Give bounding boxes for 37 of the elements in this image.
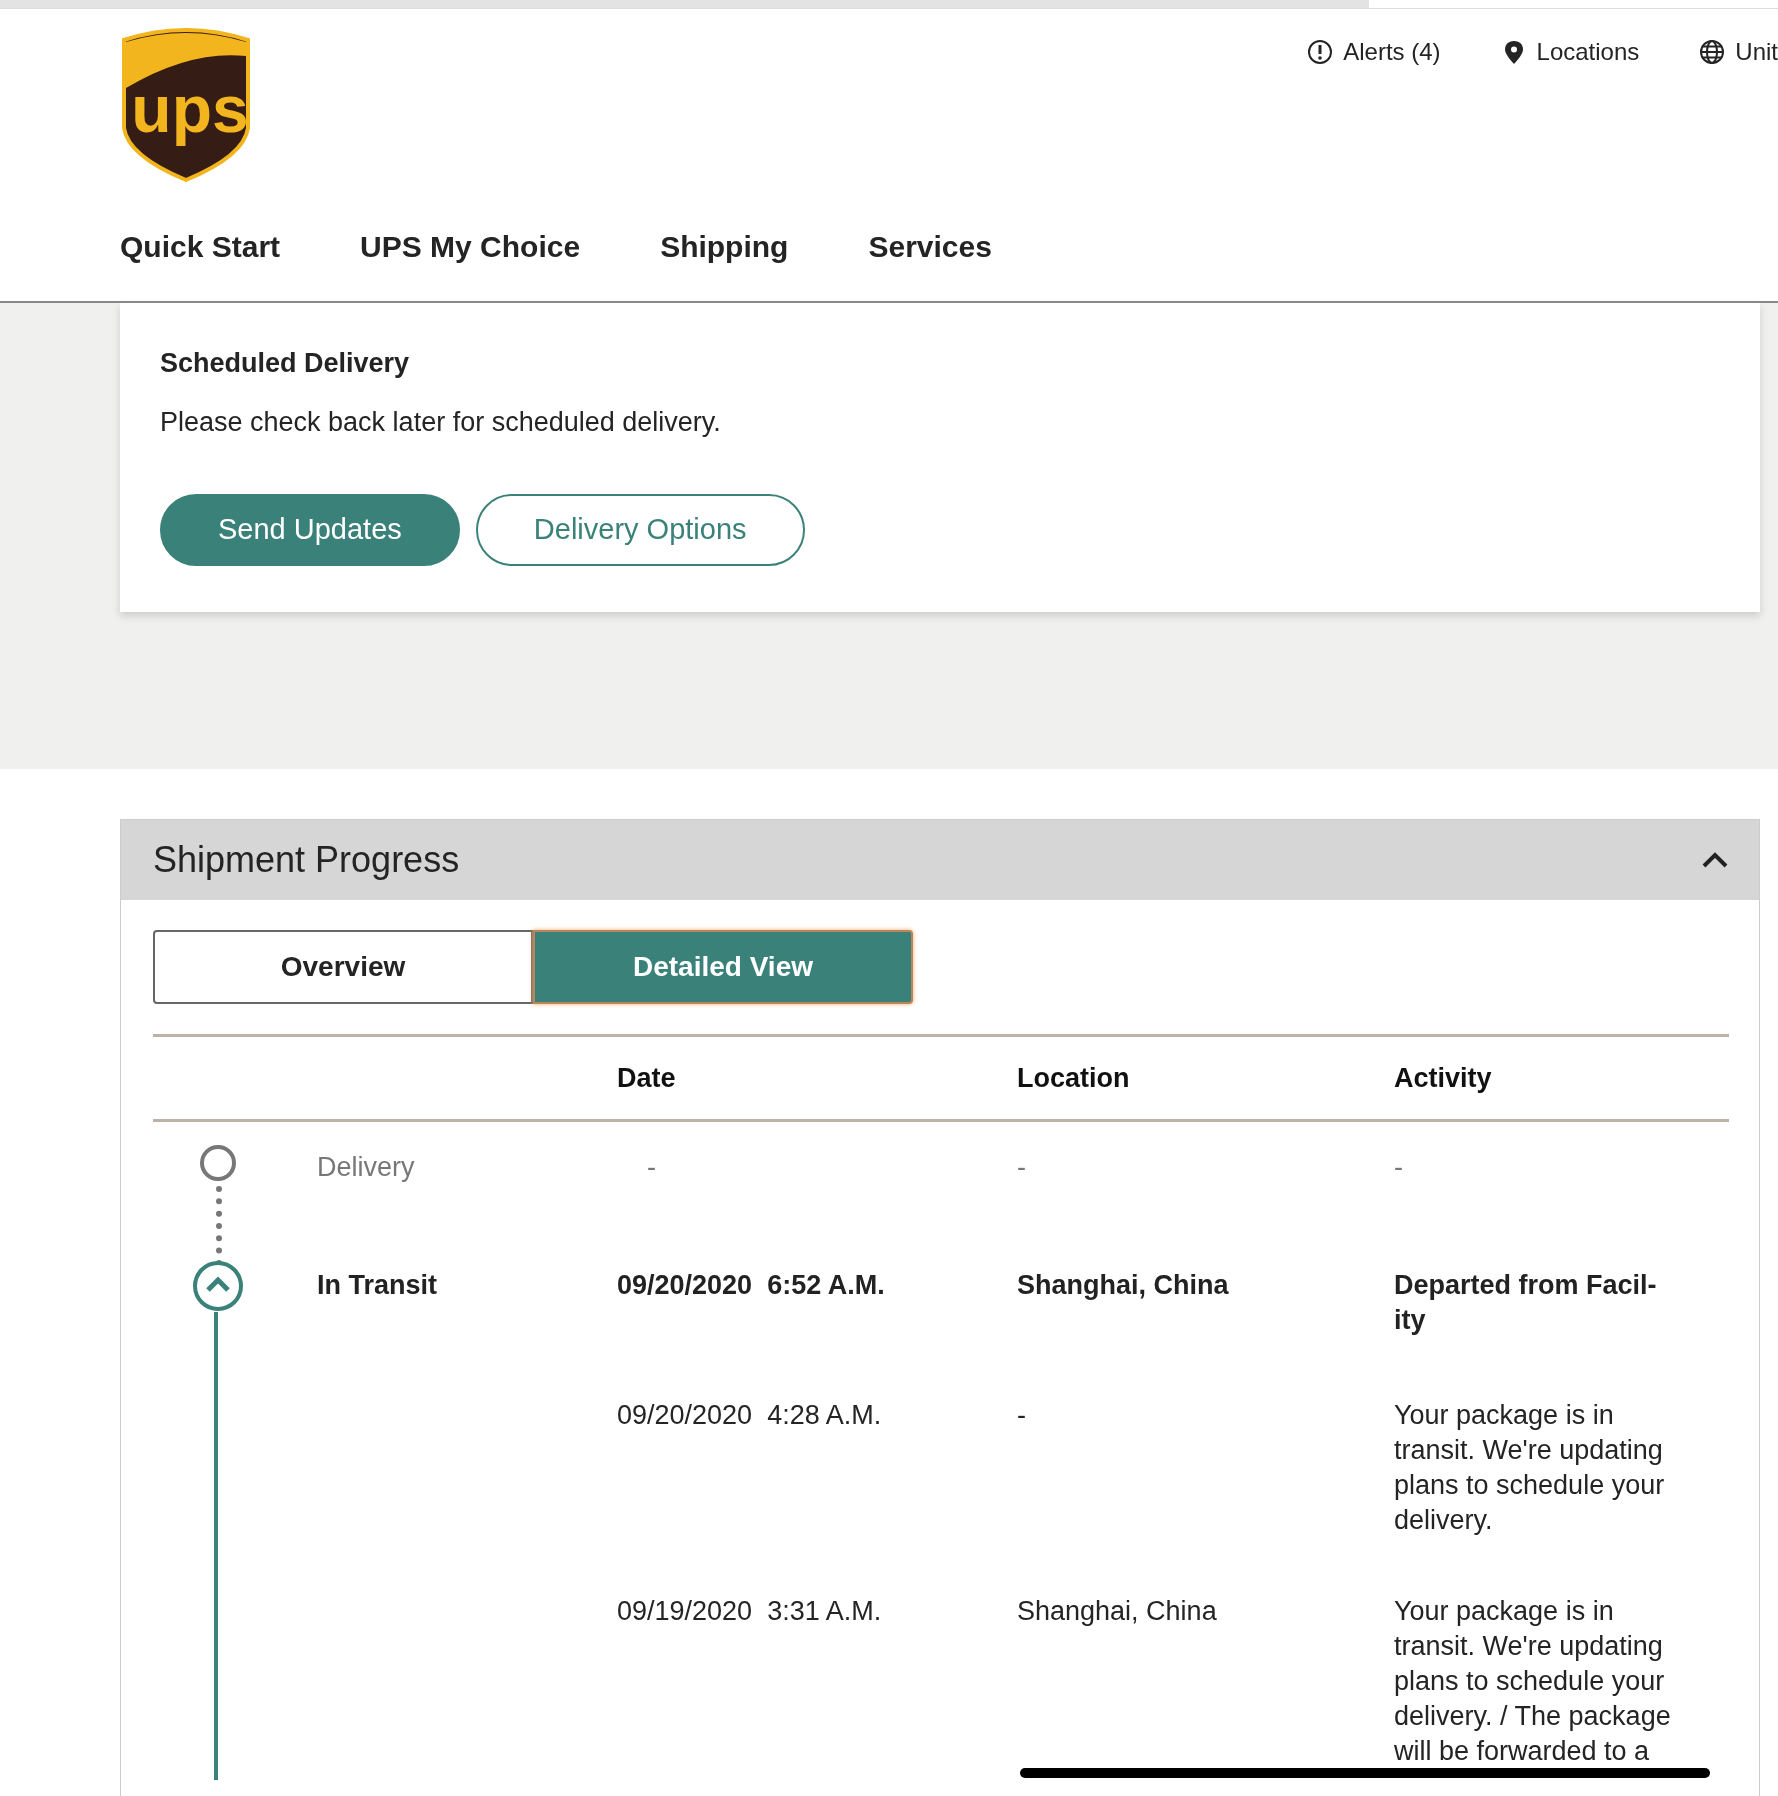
- view-tab[interactable]: Overview: [153, 930, 533, 1004]
- event-location: Shanghai, China: [1017, 1596, 1217, 1626]
- nav-link[interactable]: UPS My Choice: [360, 224, 581, 269]
- logo[interactable]: ups: [120, 28, 252, 184]
- event-activity: Your package is in transit. We're updating plans to schedule your delivery.: [1394, 1400, 1665, 1535]
- alert-icon: [1307, 39, 1334, 65]
- column-header: Activity: [1394, 1061, 1493, 1095]
- pending-step-icon: [199, 1144, 237, 1182]
- delivery-options-button[interactable]: Delivery Options: [475, 494, 805, 566]
- event-date: -: [647, 1152, 656, 1182]
- globe-icon: [1699, 39, 1726, 65]
- current-step-icon: [192, 1260, 244, 1312]
- event-date: 09/20/2020 6:52 A.M.: [617, 1270, 885, 1300]
- event-date: 09/20/2020 4:28 A.M.: [617, 1400, 882, 1430]
- card-title: Scheduled Delivery: [160, 347, 411, 380]
- send-updates-button[interactable]: Send Updates: [160, 494, 460, 566]
- status-label: In Transit: [317, 1270, 438, 1300]
- utility-link[interactable]: Unit: [1735, 34, 1778, 70]
- event-activity: Departed from Facil-ity: [1394, 1270, 1657, 1335]
- nav-link[interactable]: Services: [868, 224, 992, 269]
- panel-header[interactable]: Shipment Progress: [121, 820, 1759, 900]
- card-message: Please check back later for scheduled delivery.: [160, 405, 722, 439]
- event-activity: Your package is in transit. We're updating plans to schedule your delivery. / The package will be forwarded to a: [1394, 1596, 1671, 1766]
- status-label: Delivery: [317, 1152, 415, 1182]
- utility-link[interactable]: Locations: [1536, 34, 1640, 70]
- event-location: -: [1017, 1400, 1026, 1430]
- utility-link[interactable]: Alerts (4): [1343, 34, 1441, 70]
- column-header: Location: [1017, 1061, 1131, 1095]
- event-location: Shanghai, China: [1017, 1270, 1229, 1300]
- event-date: 09/19/2020 3:31 A.M.: [617, 1596, 882, 1626]
- nav-link[interactable]: Quick Start: [120, 224, 281, 269]
- view-tab[interactable]: Detailed View: [533, 930, 913, 1004]
- panel-title: Shipment Progress: [153, 838, 460, 882]
- column-header: Date: [617, 1061, 677, 1095]
- nav-link[interactable]: Shipping: [660, 224, 789, 269]
- event-activity: -: [1394, 1152, 1403, 1182]
- event-location: -: [1017, 1152, 1026, 1182]
